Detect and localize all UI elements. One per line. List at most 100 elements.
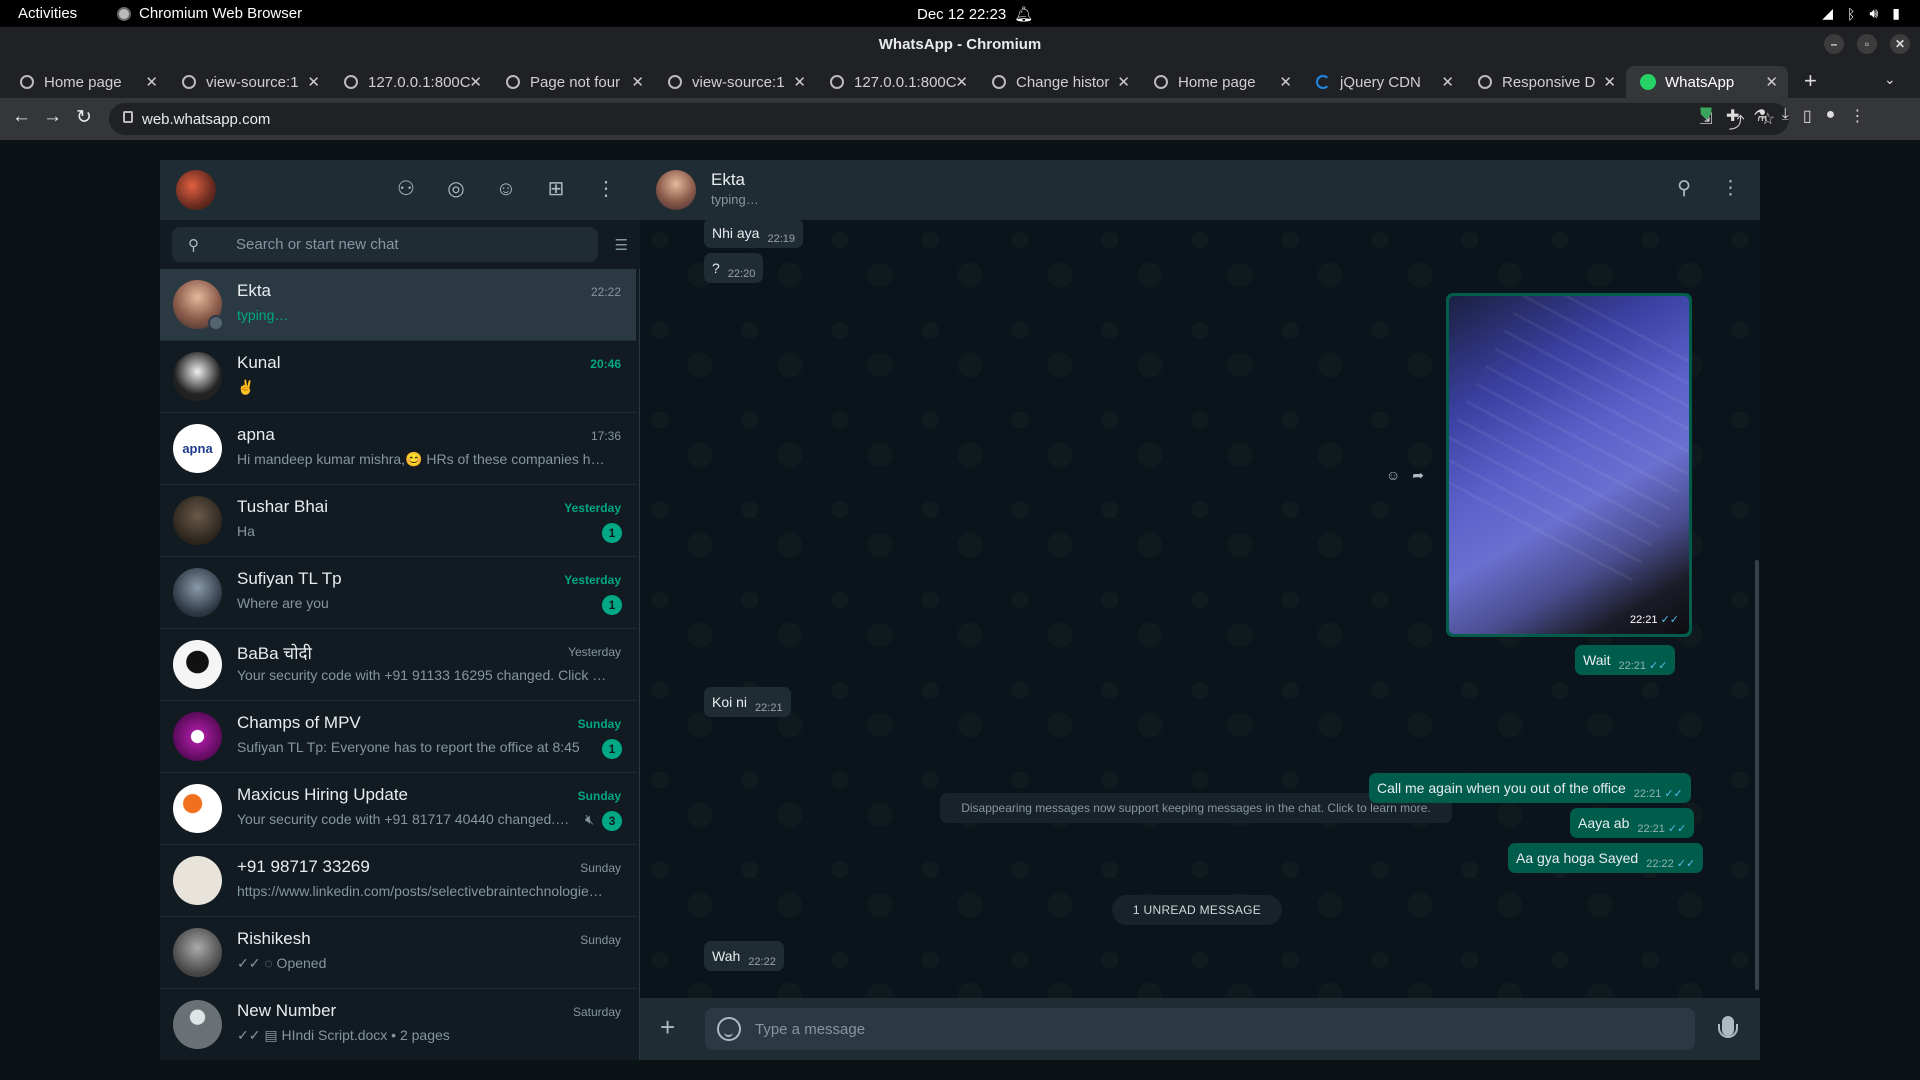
message-incoming[interactable]: Wah 22:22 xyxy=(704,941,784,971)
close-tab-icon[interactable]: ✕ xyxy=(1441,73,1454,91)
message-outgoing[interactable]: Aaya ab 22:21 ✓✓ xyxy=(1570,808,1695,838)
message-text: Nhi aya xyxy=(712,225,760,241)
chat-list-item[interactable]: Tushar Bhai Yesterday Ha 1 xyxy=(160,485,636,557)
tab[interactable]: Responsive D ✕ xyxy=(1464,66,1626,98)
forward-icon[interactable]: → xyxy=(43,106,62,128)
activities-button[interactable]: Activities xyxy=(18,5,77,22)
tab[interactable]: Home page ✕ xyxy=(1140,66,1302,98)
close-tab-icon[interactable]: ✕ xyxy=(307,73,320,91)
tab[interactable]: view-source:1 ✕ xyxy=(168,66,330,98)
search-messages-icon[interactable]: ⚲ xyxy=(1677,177,1691,200)
browser-menu-icon[interactable]: ⋮ xyxy=(1849,106,1865,126)
message-incoming[interactable]: Nhi aya 22:19 xyxy=(704,218,803,248)
contact-name: Ekta xyxy=(711,170,746,189)
chat-list-item[interactable]: Kunal 20:46 ✌ xyxy=(160,341,636,413)
default-avatar-icon xyxy=(173,1000,222,1049)
chat-list-item[interactable]: Ekta 22:22 typing… xyxy=(160,269,636,341)
chat-name: Champs of MPV xyxy=(237,713,361,732)
contact-avatar[interactable] xyxy=(656,170,696,210)
new-tab-button[interactable]: + xyxy=(1804,68,1817,94)
close-tab-icon[interactable]: ✕ xyxy=(1279,73,1292,91)
photo-thumbnail[interactable]: 22:21 ✓✓ xyxy=(1449,296,1689,634)
chat-list-item[interactable]: apna apna 17:36 Hi mandeep kumar mishra,… xyxy=(160,413,636,485)
search-box: ⚲ xyxy=(172,227,598,262)
message-outgoing[interactable]: Wait 22:21 ✓✓ xyxy=(1575,645,1676,675)
image-message[interactable]: 22:21 ✓✓ xyxy=(1446,293,1692,637)
tab-title: view-source:1 xyxy=(206,73,299,91)
communities-icon[interactable]: ⚇ xyxy=(394,177,418,201)
unread-filter-icon[interactable]: ☰ xyxy=(615,236,628,254)
address-bar[interactable]: web.whatsapp.com ⇲ ⤴ ☆ xyxy=(109,103,1789,135)
chat-name: +91 98717 33269 xyxy=(237,857,370,876)
chat-list-item[interactable]: Maxicus Hiring Update Sunday Your securi… xyxy=(160,773,636,845)
close-tab-icon[interactable]: ✕ xyxy=(955,73,968,91)
bell-icon: 🔔︎ xyxy=(1014,6,1034,23)
close-tab-icon[interactable]: ✕ xyxy=(1765,73,1778,91)
minimize-button[interactable]: – xyxy=(1824,34,1844,54)
chat-list-item[interactable]: New Number Saturday ✓✓ ▤ HIndi Script.do… xyxy=(160,989,636,1060)
chat-name: Sufiyan TL Tp xyxy=(237,569,342,588)
emoji-icon[interactable] xyxy=(717,1017,741,1041)
chat-list-item[interactable]: Rishikesh Sunday ✓✓ ◌ Opened xyxy=(160,917,636,989)
message-outgoing[interactable]: Call me again when you out of the office… xyxy=(1369,773,1691,803)
chat-list-item[interactable]: +91 98717 33269 Sunday https://www.linke… xyxy=(160,845,636,917)
react-emoji-icon[interactable]: ☺ xyxy=(1386,467,1400,484)
download-icon[interactable]: ⤓ xyxy=(1782,106,1789,126)
tab[interactable]: jQuery CDN ✕ xyxy=(1302,66,1464,98)
volume-icon: 🔊︎ xyxy=(1869,5,1879,21)
tab[interactable]: Page not four ✕ xyxy=(492,66,654,98)
conversation-menu-icon[interactable]: ⋮ xyxy=(1721,177,1740,200)
menu-icon[interactable]: ⋮ xyxy=(594,177,618,201)
app-menu[interactable]: Chromium Web Browser xyxy=(117,5,302,22)
microphone-icon[interactable] xyxy=(1718,1016,1738,1038)
search-input[interactable] xyxy=(236,227,586,262)
message-scrollbar[interactable] xyxy=(1755,560,1759,990)
maximize-button[interactable]: ▫ xyxy=(1857,34,1877,54)
message-input[interactable] xyxy=(755,1008,1675,1050)
tab-active[interactable]: WhatsApp ✕ xyxy=(1626,66,1788,98)
tab-search-icon[interactable]: ⌄ xyxy=(1884,71,1896,88)
status-icon[interactable]: ◎ xyxy=(444,177,468,201)
close-tab-icon[interactable]: ✕ xyxy=(1603,73,1616,91)
lab-flask-icon[interactable]: ⚗ xyxy=(1753,106,1767,126)
avatar: apna xyxy=(173,424,222,473)
search-icon[interactable]: ⚲ xyxy=(188,236,199,254)
puzzle-extensions-icon[interactable]: ✚ xyxy=(1726,106,1739,126)
tab[interactable]: Home page ✕ xyxy=(6,66,168,98)
chat-time: 20:46 xyxy=(590,357,621,371)
profile-icon[interactable]: ● xyxy=(1826,106,1836,126)
jquery-icon xyxy=(1316,75,1330,89)
message-outgoing[interactable]: Aa gya hoga Sayed 22:22 ✓✓ xyxy=(1508,843,1704,873)
attach-plus-icon[interactable]: + xyxy=(660,1014,675,1040)
chat-list-item[interactable]: Champs of MPV Sunday Sufiyan TL Tp: Ever… xyxy=(160,701,636,773)
close-tab-icon[interactable]: ✕ xyxy=(469,73,482,91)
new-chat-icon[interactable]: ⊞ xyxy=(544,177,568,201)
photo-screen-pattern xyxy=(1449,296,1689,582)
close-tab-icon[interactable]: ✕ xyxy=(145,73,158,91)
forward-icon[interactable]: ➦ xyxy=(1412,467,1424,484)
chat-preview: ✓✓ ▤ HIndi Script.docx • 2 pages xyxy=(237,1027,450,1043)
close-window-button[interactable]: ✕ xyxy=(1890,34,1910,54)
back-icon[interactable]: ← xyxy=(12,106,31,128)
clock[interactable]: Dec 12 22:23 🔔︎ xyxy=(917,5,1034,24)
tab[interactable]: Change histor ✕ xyxy=(978,66,1140,98)
muted-icon: 🔇︎ xyxy=(585,811,594,827)
read-ticks-icon: ✓✓ xyxy=(1664,788,1683,800)
tab[interactable]: 127.0.0.1:800C ✕ xyxy=(330,66,492,98)
tab[interactable]: 127.0.0.1:800C ✕ xyxy=(816,66,978,98)
shield-extension-icon[interactable]: ⛊ xyxy=(1700,106,1712,126)
system-tray[interactable]: ◢ ᛒ 🔊︎ ▮ xyxy=(1822,5,1900,22)
channels-icon[interactable]: ☺ xyxy=(494,177,518,201)
tab[interactable]: view-source:1 ✕ xyxy=(654,66,816,98)
message-incoming[interactable]: ? 22:20 xyxy=(704,253,764,283)
close-tab-icon[interactable]: ✕ xyxy=(793,73,806,91)
close-tab-icon[interactable]: ✕ xyxy=(631,73,644,91)
chat-list-item[interactable]: BaBa चोदी Yesterday Your security code w… xyxy=(160,629,636,701)
side-panel-icon[interactable]: ▯ xyxy=(1803,106,1812,126)
close-tab-icon[interactable]: ✕ xyxy=(1117,73,1130,91)
profile-avatar[interactable] xyxy=(176,170,216,210)
reload-icon[interactable]: ↻ xyxy=(76,106,92,129)
message-incoming[interactable]: Koi ni 22:21 xyxy=(704,687,791,717)
chat-list-item[interactable]: Sufiyan TL Tp Yesterday Where are you 1 xyxy=(160,557,636,629)
conversation-header[interactable]: Ekta typing… ⚲ ⋮ xyxy=(640,160,1760,220)
